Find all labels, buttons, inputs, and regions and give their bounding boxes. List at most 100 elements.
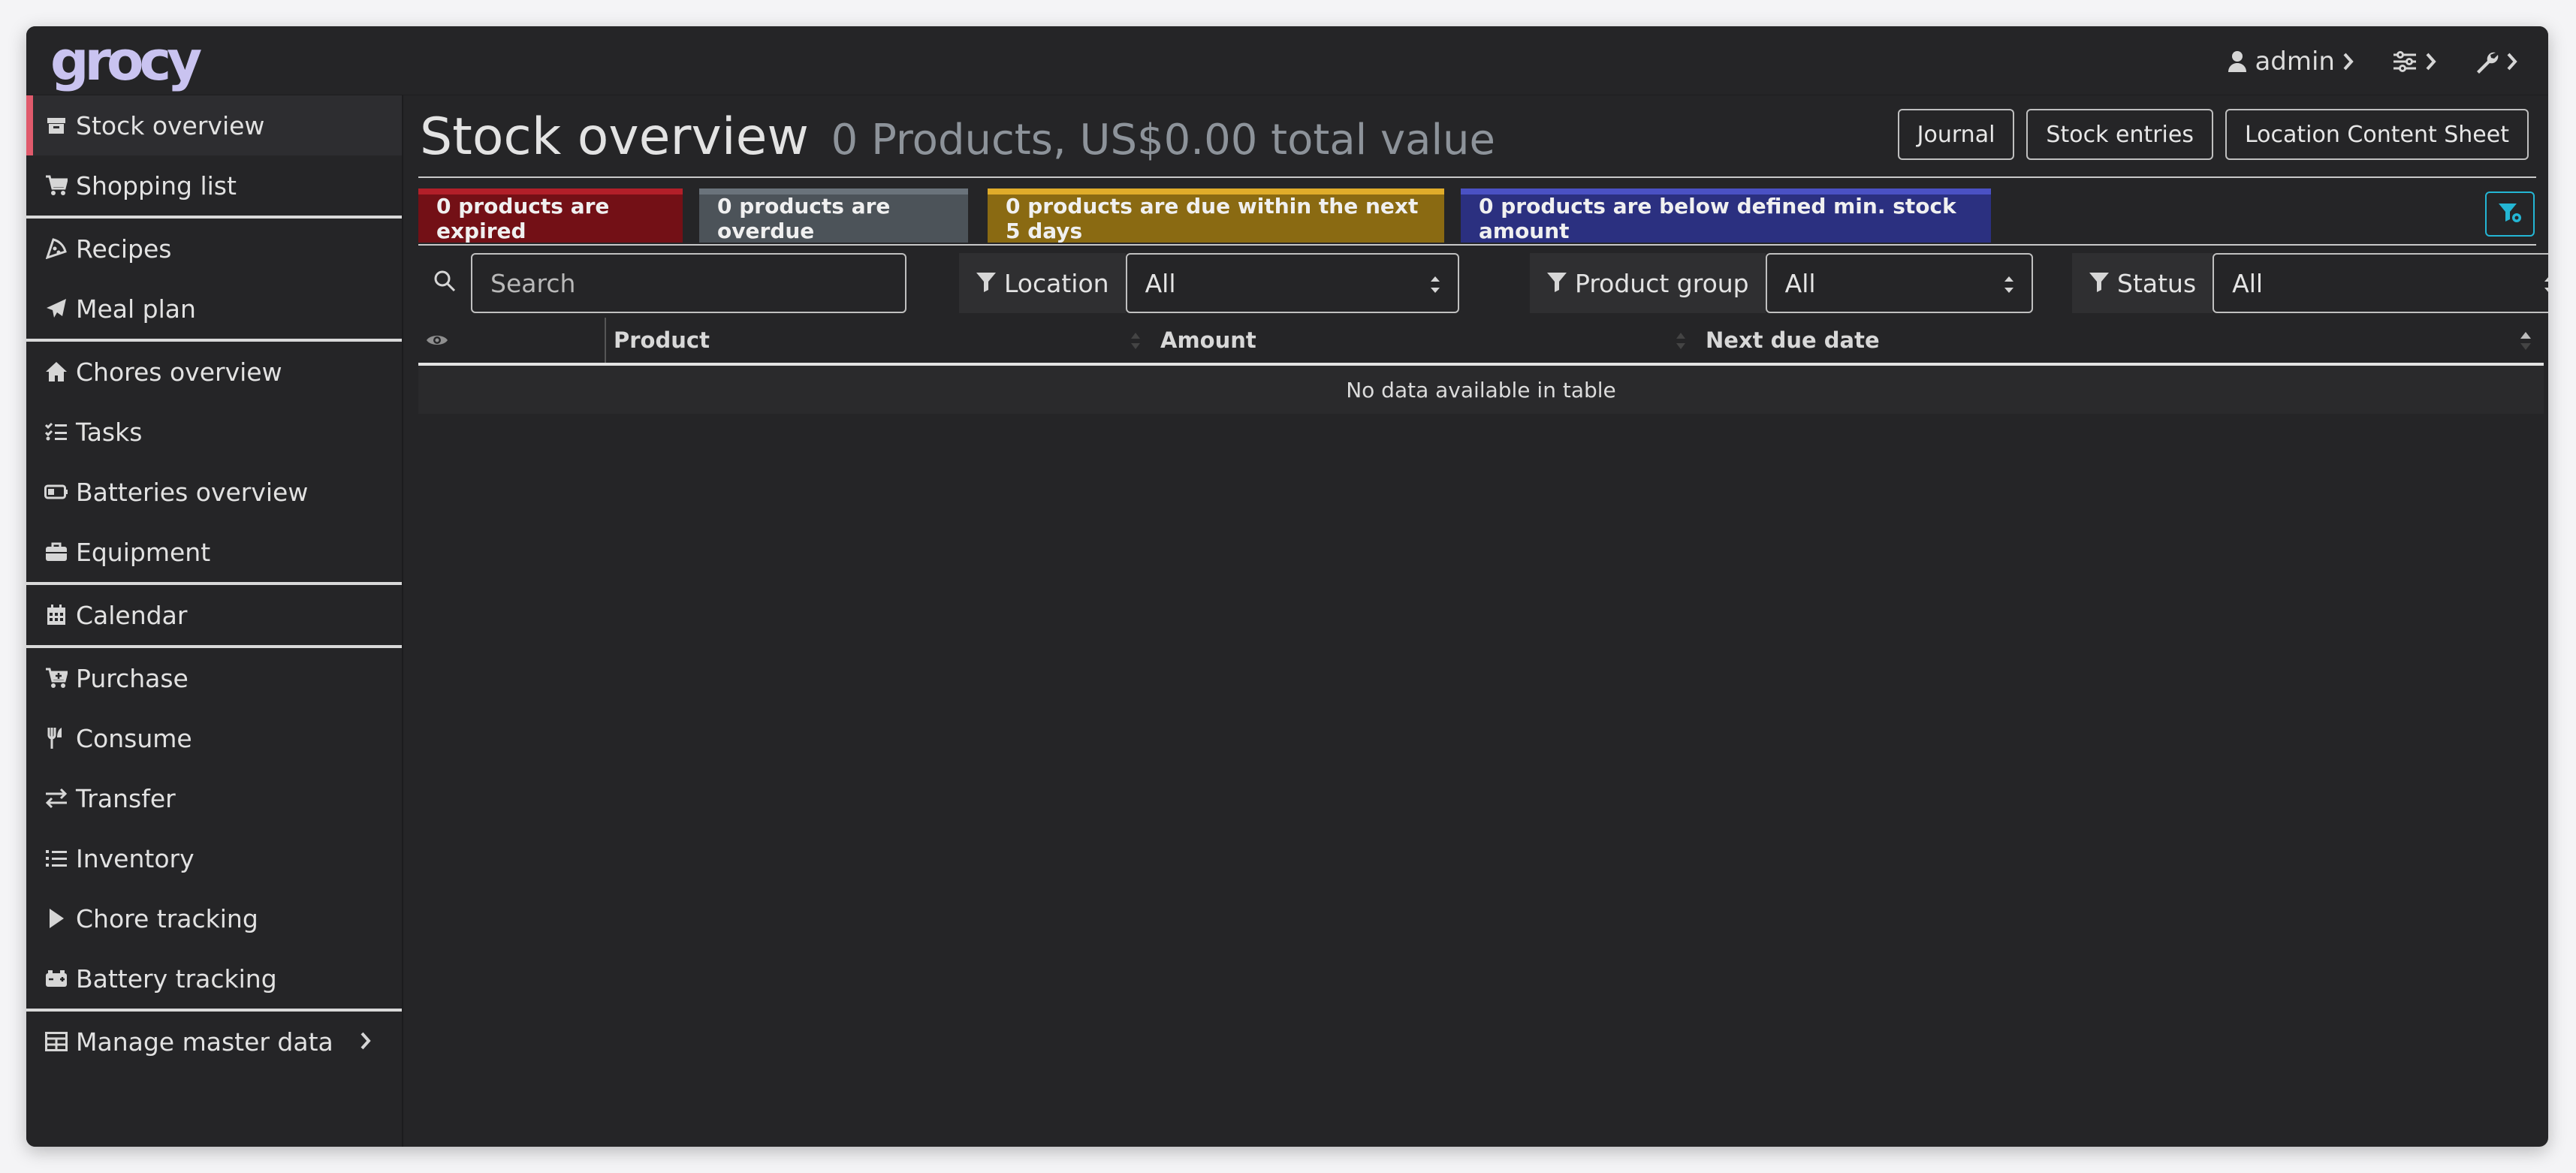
battery-icon — [44, 480, 68, 504]
play-icon — [44, 906, 68, 930]
sidebar-item-label: Equipment — [76, 537, 211, 567]
user-name: admin — [2255, 47, 2335, 77]
sidebar-item-batteries-overview[interactable]: Batteries overview — [26, 462, 402, 522]
page-header: Stock overview 0 Products, US$0.00 total… — [418, 95, 2536, 178]
app-window: grocy admin Stock overview Shopping list… — [26, 26, 2548, 1147]
stock-table: Product Amount Next due date No data ava… — [418, 318, 2544, 414]
status-filter-label: Status — [2072, 253, 2213, 313]
sidebar-item-purchase[interactable]: Purchase — [26, 648, 402, 708]
sidebar-item-label: Battery tracking — [76, 963, 277, 994]
wrench-icon — [2475, 50, 2499, 74]
user-menu[interactable]: admin — [2228, 47, 2354, 77]
due-soon-badge[interactable]: 0 products are due within the next 5 day… — [988, 188, 1444, 243]
car-battery-icon — [44, 966, 68, 991]
main-content: Stock overview 0 Products, US$0.00 total… — [418, 95, 2548, 1147]
journal-button[interactable]: Journal — [1897, 109, 2015, 160]
search-input[interactable]: Search — [471, 253, 906, 313]
sidebar-item-label: Consume — [76, 723, 192, 753]
column-header-amount[interactable]: Amount — [1153, 318, 1698, 363]
status-filter-group: Status All — [2072, 253, 2548, 313]
sidebar-item-chores-overview[interactable]: Chores overview — [26, 342, 402, 402]
tools-menu[interactable] — [2475, 50, 2518, 74]
sidebar-item-label: Meal plan — [76, 294, 196, 324]
page-title: Stock overview 0 Products, US$0.00 total… — [420, 107, 1495, 167]
overdue-badge[interactable]: 0 products are overdue — [699, 188, 968, 243]
table-icon — [44, 1030, 68, 1054]
sort-icon — [1130, 330, 1141, 357]
sidebar-item-stock-overview[interactable]: Stock overview — [26, 95, 402, 155]
sidebar-item-label: Stock overview — [76, 110, 265, 140]
location-content-sheet-button[interactable]: Location Content Sheet — [2225, 109, 2529, 160]
filter-toggle-button[interactable] — [2485, 191, 2535, 237]
chevron-right-icon — [2425, 52, 2437, 71]
chevron-right-icon — [2342, 52, 2354, 71]
sidebar-item-label: Inventory — [76, 843, 195, 873]
select-arrows-icon — [2543, 273, 2548, 302]
location-filter-label: Location — [959, 253, 1126, 313]
calendar-icon — [44, 603, 68, 627]
top-navbar: grocy admin — [26, 26, 2548, 95]
stock-entries-button[interactable]: Stock entries — [2026, 109, 2213, 160]
product-group-label-text: Product group — [1575, 268, 1749, 298]
header-buttons: Journal Stock entries Location Content S… — [1897, 109, 2529, 160]
sidebar-item-calendar[interactable]: Calendar — [26, 585, 402, 645]
sidebar-item-label: Shopping list — [76, 170, 237, 201]
list-icon — [44, 846, 68, 870]
search-group: Search — [418, 253, 906, 313]
user-icon — [2228, 50, 2247, 73]
home-icon — [44, 360, 68, 384]
paper-plane-icon — [44, 297, 68, 321]
page-title-text: Stock overview — [420, 107, 810, 167]
sidebar-item-label: Chore tracking — [76, 903, 258, 933]
sidebar-item-consume[interactable]: Consume — [26, 708, 402, 768]
sidebar-item-chore-tracking[interactable]: Chore tracking — [26, 888, 402, 948]
sidebar-item-equipment[interactable]: Equipment — [26, 522, 402, 582]
sidebar-item-label: Transfer — [76, 783, 176, 813]
eye-icon[interactable] — [426, 327, 448, 353]
below-min-stock-badge[interactable]: 0 products are below defined min. stock … — [1461, 188, 1991, 243]
box-icon — [44, 113, 68, 137]
column-visibility-header[interactable] — [418, 318, 606, 363]
status-select[interactable]: All — [2213, 253, 2548, 313]
filter-settings-icon — [2498, 202, 2522, 226]
filter-bar: Search Location All Product group All St… — [418, 253, 2548, 316]
sidebar-item-battery-tracking[interactable]: Battery tracking — [26, 948, 402, 1009]
sidebar-item-tasks[interactable]: Tasks — [26, 402, 402, 462]
filter-icon — [976, 269, 997, 298]
filter-icon — [2089, 269, 2110, 298]
search-prefix — [418, 253, 471, 313]
product-group-filter-label: Product group — [1530, 253, 1766, 313]
sidebar-item-recipes[interactable]: Recipes — [26, 219, 402, 279]
search-icon — [433, 269, 456, 298]
settings-menu[interactable] — [2392, 51, 2437, 72]
sidebar-item-label: Chores overview — [76, 357, 282, 387]
sort-icon — [1676, 330, 1686, 357]
location-label-text: Location — [1004, 268, 1109, 298]
sidebar-item-meal-plan[interactable]: Meal plan — [26, 279, 402, 339]
location-select-value: All — [1145, 268, 1176, 298]
top-nav: admin — [2228, 43, 2518, 80]
select-arrows-icon — [1429, 273, 1441, 302]
column-header-next-due-date[interactable]: Next due date — [1698, 318, 2544, 363]
grocy-logo[interactable]: grocy — [50, 31, 202, 91]
table-header: Product Amount Next due date — [418, 318, 2544, 366]
sidebar-item-manage-master-data[interactable]: Manage master data — [26, 1012, 402, 1072]
page-subtitle: 0 Products, US$0.00 total value — [831, 116, 1495, 164]
sidebar-item-transfer[interactable]: Transfer — [26, 768, 402, 828]
chevron-right-icon — [2506, 52, 2518, 71]
sidebar: Stock overview Shopping list Recipes Mea… — [26, 95, 403, 1147]
expired-badge[interactable]: 0 products are expired — [418, 188, 683, 243]
sidebar-item-label: Calendar — [76, 600, 188, 630]
sidebar-item-label: Recipes — [76, 234, 172, 264]
sort-ascending-icon — [2520, 330, 2532, 357]
status-label-text: Status — [2117, 268, 2197, 298]
cart-plus-icon — [44, 666, 68, 690]
sidebar-item-inventory[interactable]: Inventory — [26, 828, 402, 888]
pizza-icon — [44, 237, 68, 261]
status-select-value: All — [2232, 268, 2264, 298]
sidebar-item-shopping-list[interactable]: Shopping list — [26, 155, 402, 216]
column-header-product[interactable]: Product — [606, 318, 1153, 363]
product-group-select[interactable]: All — [1765, 253, 2033, 313]
location-select[interactable]: All — [1125, 253, 1459, 313]
product-group-select-value: All — [1784, 268, 1816, 298]
